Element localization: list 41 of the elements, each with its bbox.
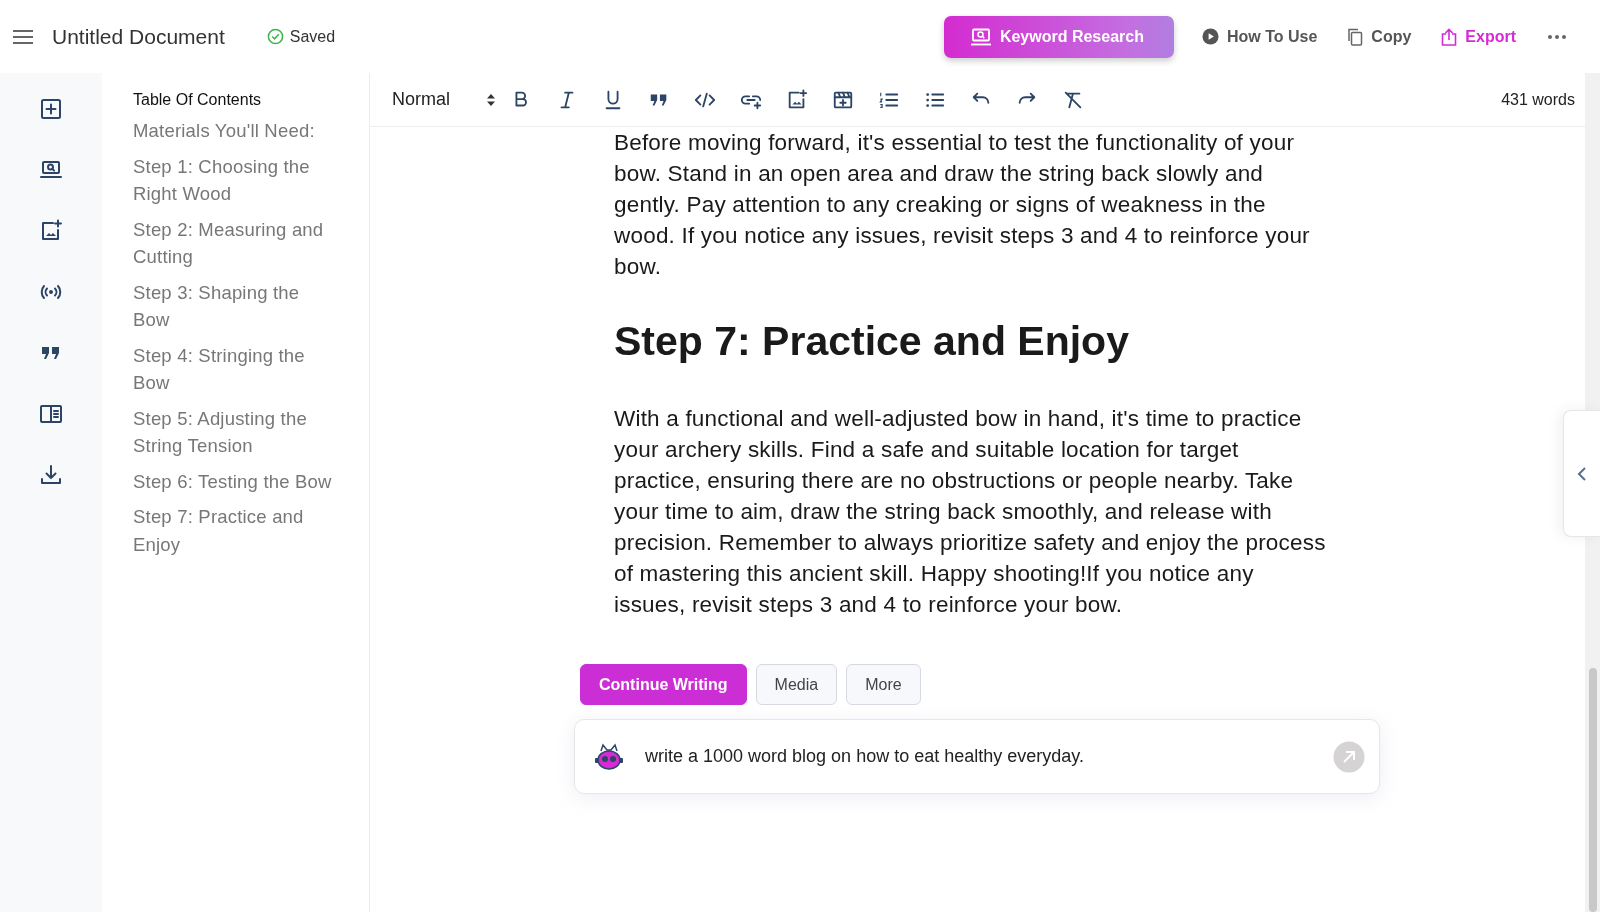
download-icon[interactable] [39,463,63,487]
toc-link[interactable]: Step 3: Shaping the Bow [133,278,339,334]
robot-avatar-icon [593,742,625,771]
suggestion-chip[interactable]: More [846,664,921,705]
menu-icon[interactable] [12,28,34,45]
sidebar-panel-icon[interactable] [39,402,63,426]
play-icon [1201,28,1219,45]
toc-link[interactable]: Step 5: Adjusting the String Tension [133,404,339,460]
add-box-icon[interactable] [39,97,63,121]
prompt-input[interactable]: write a 1000 word blog on how to eat healthy everyday. [645,742,1313,771]
sort-arrows-icon [486,92,496,107]
document-title[interactable]: Untitled Document [52,24,225,49]
more-icon[interactable] [1548,34,1566,39]
body-paragraph: With a functional and well-adjusted bow in hand, it's time to practice your archery skills. Find a safe and suitable location for target practice, ensuring there are no obstructions or people nearby. Take your time to aim, draw the string back smoothly, and release with precision. Remember to always prioritize safety and enjoy the process of mastering this ancient skill. Happy shooting!If you notice any issues, revisit steps 3 and 4 to reinforce your bow. [614,405,1326,619]
keyword-research-button[interactable]: Keyword Research [943,15,1174,58]
toc-link[interactable]: Step 7: Practice and Enjoy [133,503,339,558]
copy-icon [1347,27,1364,46]
toc-title: Table Of Contents [133,91,263,109]
block-style-select[interactable]: Normal [392,85,496,114]
export-icon [1441,27,1458,46]
toc-link[interactable]: Step 1: Choosing the Right Wood [133,152,339,208]
chevron-left-icon [1577,465,1587,482]
toolbar-button[interactable]: How To Use [1197,23,1322,50]
toolbar-button[interactable]: Export [1437,23,1520,50]
toc-link[interactable]: Step 2: Measuring and Cutting [133,215,339,271]
add-image-icon[interactable] [786,88,808,111]
word-count: 431 words [1501,90,1575,109]
laptop-search-icon [969,27,992,46]
toolbar-button[interactable]: Copy [1343,23,1416,50]
prompt-field[interactable]: write a 1000 word blog on how to eat healthy everyday. [574,719,1380,794]
add-image-icon[interactable] [39,219,63,243]
suggestion-chip[interactable]: Media [755,664,838,705]
section-heading: Step 7: Practice and Enjoy [614,318,1130,365]
check-circle-icon [266,28,284,45]
scrollbar-thumb[interactable] [1589,668,1597,912]
suggestion-chip[interactable]: Continue Writing [580,664,747,705]
toc-link[interactable]: Materials You'll Need: [133,117,339,145]
body-paragraph: Before moving forward, it's essential to test the functionality of your bow. Stand in an open area and draw the string back slowly and gently. Pay attention to any creaking or signs of weakness in the wood. If you notice any issues, revisit steps 3 and 4 to reinforce your bow. [614,129,1311,281]
toc-link[interactable]: Step 4: Stringing the Bow [133,341,339,397]
save-status: Saved [289,27,336,46]
toc-link[interactable]: Step 6: Testing the Bow [133,467,339,495]
